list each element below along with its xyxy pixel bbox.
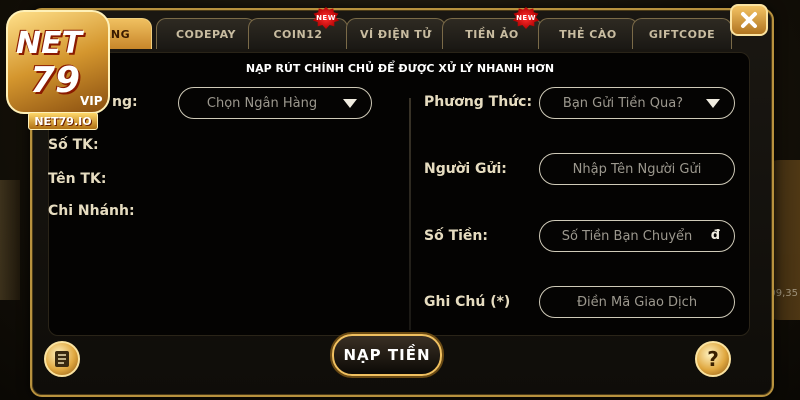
logo-vip-text: VIP <box>80 94 103 108</box>
deposit-submit-button[interactable]: NẠP TIỀN <box>332 334 442 376</box>
close-icon <box>741 12 757 28</box>
tab-bar: ÀNG CODEPAY COIN12 NEW VÍ ĐIỆN TỬ TIỀN Ả… <box>80 7 750 49</box>
note-placeholder: Điền Mã Giao Dịch <box>576 294 698 310</box>
sender-input[interactable]: Nhập Tên Người Gửi <box>539 153 735 185</box>
tab-label: VÍ ĐIỆN TỬ <box>360 27 432 41</box>
deposit-submit-label: NẠP TIỀN <box>343 346 431 364</box>
help-button[interactable]: ? <box>695 341 731 377</box>
bank-select-value: Chọn Ngân Hàng <box>206 95 318 111</box>
amount-placeholder: Số Tiền Bạn Chuyển <box>561 228 693 244</box>
amount-label: Số Tiền: <box>424 228 488 244</box>
bank-label: ng: <box>112 94 138 110</box>
account-number-label: Số TK: <box>48 137 99 153</box>
logo-brand-text: NET <box>16 26 83 61</box>
method-select[interactable]: Bạn Gửi Tiền Qua? <box>539 87 735 119</box>
account-name-label: Tên TK: <box>48 171 107 187</box>
tab-the-cao[interactable]: THẺ CÀO <box>538 18 638 49</box>
tab-vi-dien-tu[interactable]: VÍ ĐIỆN TỬ <box>346 18 446 49</box>
tab-tien-ao[interactable]: TIỀN ẢO NEW <box>442 7 542 49</box>
tab-coin12[interactable]: COIN12 NEW <box>248 7 348 49</box>
background-decoration-left <box>0 180 20 300</box>
notice-text: NẠP RÚT CHÍNH CHỦ ĐỂ ĐƯỢC XỬ LÝ NHANH HƠ… <box>245 62 555 75</box>
help-icon: ? <box>707 347 719 371</box>
sender-label: Người Gửi: <box>424 161 507 177</box>
logo-domain: NET79.IO <box>28 112 98 130</box>
tab-label: TIỀN ẢO <box>465 27 519 41</box>
chevron-down-icon <box>706 99 720 108</box>
amount-input[interactable]: Số Tiền Bạn Chuyển đ <box>539 220 735 252</box>
sender-placeholder: Nhập Tên Người Gửi <box>572 161 702 177</box>
tab-label: GIFTCODE <box>648 27 716 41</box>
history-button[interactable] <box>44 341 80 377</box>
chevron-down-icon <box>343 99 357 108</box>
tab-label: CODEPAY <box>175 27 237 41</box>
branch-label: Chi Nhánh: <box>48 203 135 219</box>
note-input[interactable]: Điền Mã Giao Dịch <box>539 286 735 318</box>
tab-giftcode[interactable]: GIFTCODE <box>632 18 732 49</box>
currency-symbol: đ <box>710 228 720 243</box>
note-label: Ghi Chú (*) <box>424 294 511 310</box>
column-divider <box>409 98 411 330</box>
logo: NET 79 VIP NET79.IO <box>2 8 112 130</box>
method-select-value: Bạn Gửi Tiền Qua? <box>562 95 684 111</box>
tab-label: THẺ CÀO <box>559 27 617 41</box>
close-button[interactable] <box>730 4 768 36</box>
tab-codepay[interactable]: CODEPAY <box>156 18 256 49</box>
tab-label: COIN12 <box>273 27 323 41</box>
method-label: Phương Thức: <box>424 94 533 110</box>
logo-number-text: 79 <box>30 60 81 101</box>
document-icon <box>55 351 69 367</box>
bank-select[interactable]: Chọn Ngân Hàng <box>178 87 372 119</box>
